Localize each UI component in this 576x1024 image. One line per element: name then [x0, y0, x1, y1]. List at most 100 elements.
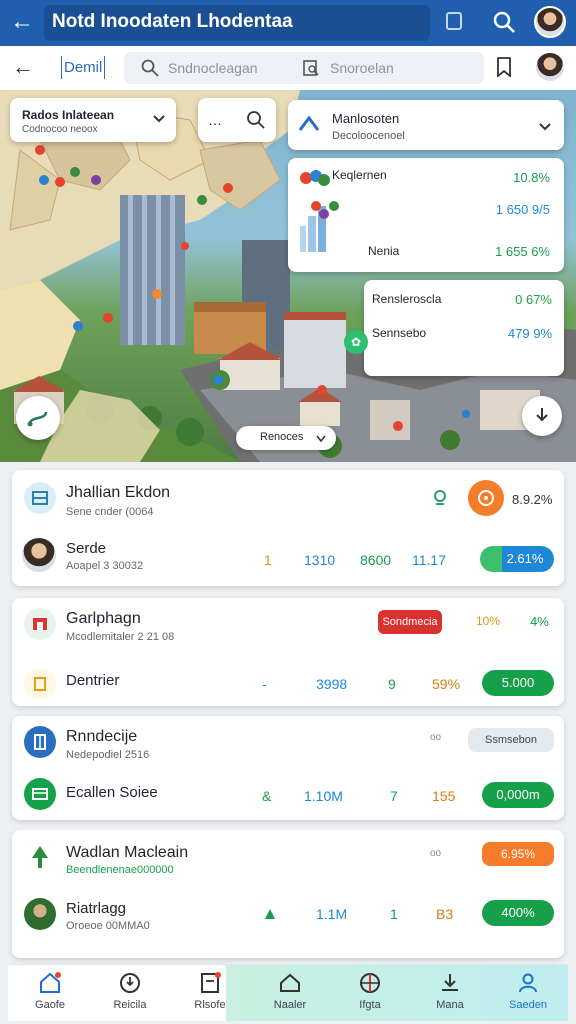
value-pill-label: 5.000 — [501, 675, 535, 690]
card-subtitle: Nedepodiel 2516 — [66, 749, 150, 761]
location-pin-icon[interactable] — [432, 488, 448, 508]
nav-label: Ifgta — [359, 999, 381, 1011]
more-dots-icon[interactable]: oo — [430, 732, 441, 743]
secondary-placeholder: Snoroelan — [330, 60, 394, 76]
row-col-4: B3 — [436, 906, 454, 922]
alert-pill[interactable]: Sondmecia — [378, 610, 442, 634]
card-subtitle: Sene cnder (0064 — [66, 506, 154, 518]
chevron-down-icon — [153, 115, 165, 123]
value-pill[interactable]: 0,000m — [482, 782, 554, 808]
row-sub: Aoapel 3 30032 — [66, 560, 144, 572]
locate-button[interactable] — [16, 396, 60, 440]
value-pill[interactable]: 5.000 — [482, 670, 554, 696]
region-dropdown-title: Rados Inlateean — [22, 108, 115, 122]
nav-item-ifgta[interactable]: Ifgta — [330, 965, 410, 1021]
nav-item-saeden[interactable]: Saeden — [488, 965, 568, 1021]
tab-selected[interactable]: Demil — [60, 56, 106, 79]
table-icon — [24, 482, 56, 514]
rate-pill-label: 6.95% — [500, 847, 536, 861]
compass-button[interactable] — [522, 396, 562, 436]
data-card-4[interactable]: Wadlan Macleain Beendlenenae000000 oo 6.… — [12, 830, 564, 958]
popup-value-2: 1 650 9/5 — [495, 202, 550, 217]
popup-row-1-value: 0 67% — [515, 292, 552, 307]
row-col-1: 1 — [264, 552, 272, 568]
layer-dropdown[interactable]: Manlosoten Decoloocenoel — [288, 100, 564, 150]
row-name: Dentrier — [66, 672, 120, 689]
nav-item-reicila[interactable]: Reicila — [90, 965, 170, 1021]
arrow-up-icon — [265, 909, 275, 919]
data-card-2[interactable]: Garlphagn Mcodlemitaler 2 21 08 Sondmeci… — [12, 598, 564, 706]
row-col-2: 1310 — [304, 552, 336, 568]
profile-avatar[interactable] — [534, 6, 566, 38]
dots-icon[interactable]: … — [208, 112, 222, 128]
row-name: Serde — [66, 540, 107, 557]
search-toolbar: ← Demil Sndnocleagan Snoroelan — [0, 46, 576, 91]
pct-2: 4% — [530, 614, 549, 629]
target-icon — [360, 973, 380, 993]
tree-icon — [32, 846, 48, 868]
region-dropdown[interactable]: Rados Inlateean Codnocoo neoox — [10, 98, 176, 142]
row-col-1: - — [262, 676, 267, 692]
nav-item-naaler[interactable]: Naaler — [250, 965, 330, 1021]
download-icon — [536, 408, 548, 422]
nav-label: Reicila — [113, 999, 147, 1011]
row-name: Ecallen Soiee — [66, 784, 158, 801]
search-icon — [141, 59, 159, 77]
location-chip[interactable]: Renoces — [236, 426, 336, 450]
list-search-icon — [303, 60, 319, 76]
tabs-icon[interactable] — [446, 12, 462, 30]
person-avatar — [22, 538, 56, 572]
search-placeholder: Sndnocleagan — [168, 60, 258, 76]
location-chip-label: Renoces — [260, 431, 304, 443]
popup-row-value: 1 655 6% — [495, 244, 550, 259]
percent-pill[interactable]: 2.61% — [480, 546, 554, 572]
route-icon — [27, 411, 48, 427]
row-col-4: 11.17 — [412, 552, 446, 568]
stats-popup-bottom: Rensleroscla 0 67% Sennsebo 479 9% — [364, 280, 564, 376]
more-dots-icon[interactable]: oo — [430, 848, 441, 859]
value-pill-label: 0,000m — [496, 787, 540, 802]
status-pill[interactable]: Ssmsebon — [468, 728, 554, 752]
search-icon[interactable] — [246, 110, 266, 130]
rate-pill[interactable]: 6.95% — [482, 842, 554, 866]
search-input[interactable]: Sndnocleagan Snoroelan — [124, 52, 484, 84]
alert-pill-label: Sondmecia — [382, 616, 438, 628]
chevron-down-icon — [316, 435, 326, 443]
value-pill-label: 400% — [501, 905, 535, 920]
settings-badge-icon[interactable] — [468, 480, 504, 516]
download-icon — [442, 974, 458, 991]
data-card-3[interactable]: Rnndecije Nedepodiel 2516 oo Ssmsebon Ec… — [12, 716, 564, 820]
card-subtitle: Beendlenenae000000 — [66, 864, 174, 876]
person-avatar — [24, 898, 56, 930]
row-sub: Oroeoe 00MMA0 — [66, 920, 150, 932]
popup-title: Keqlernen — [332, 168, 387, 182]
app-header: ← Notd Inoodaten Lhodentaa — [0, 0, 576, 46]
nav-item-gaofe[interactable]: Gaofe — [10, 965, 90, 1021]
row-col-3: 7 — [390, 788, 398, 804]
lamp-icon — [24, 668, 56, 700]
user-avatar[interactable] — [534, 51, 566, 83]
map-pin-icon — [298, 115, 320, 131]
nav-item-rlsofe[interactable]: Rlsofe — [170, 965, 250, 1021]
home-icon — [40, 972, 61, 993]
nav-label: Rlsofe — [194, 999, 226, 1011]
person-icon — [519, 973, 537, 993]
search-icon[interactable] — [490, 8, 518, 36]
card-title: Jhallian Ekdon — [66, 484, 171, 501]
data-card-1[interactable]: Jhallian Ekdon Sene cnder (0064 8.9.2% S… — [12, 470, 564, 586]
popup-value-1: 10.8% — [513, 170, 550, 185]
back-arrow-icon[interactable]: ← — [10, 54, 36, 80]
row-col-3: 1 — [390, 906, 398, 922]
stats-popup-top: Keqlernen 10.8% 1 650 9/5 Nenia 1 655 6% — [288, 158, 564, 272]
city-map[interactable]: Rados Inlateean Codnocoo neoox … Manloso… — [0, 90, 576, 462]
compass-icon — [120, 973, 140, 993]
nav-item-mana[interactable]: Mana — [410, 965, 490, 1021]
back-arrow-icon[interactable]: ← — [8, 8, 36, 36]
wallet-icon — [24, 778, 56, 810]
pct-1: 10% — [476, 614, 501, 628]
row-name: Riatrlagg — [66, 900, 127, 917]
leaf-marker-icon[interactable]: ✿ — [344, 330, 368, 354]
bookmark-icon[interactable] — [496, 57, 512, 77]
row-col-3: 9 — [388, 676, 396, 692]
value-pill[interactable]: 400% — [482, 900, 554, 926]
